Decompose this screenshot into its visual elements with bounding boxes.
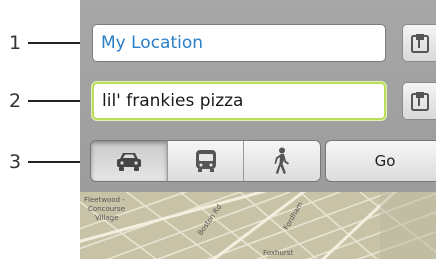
start-location-input[interactable] xyxy=(93,25,385,61)
map-preview: Fleetwood - Concourse Village Boston Rd … xyxy=(80,192,436,259)
map-label: Concourse xyxy=(88,205,126,213)
travel-mode-selector xyxy=(90,140,321,182)
bus-icon xyxy=(195,150,216,172)
contact-picker-icon xyxy=(411,92,429,111)
map-label: Foxhurst xyxy=(263,249,294,257)
directions-panel: Go Fleetwood - Concourse Village Boston … xyxy=(80,0,436,259)
callout-number: 2 xyxy=(8,90,22,112)
walking-mode-button[interactable] xyxy=(244,141,320,181)
callout-number: 3 xyxy=(8,151,22,173)
car-mode-button[interactable] xyxy=(91,141,168,181)
start-location-field[interactable] xyxy=(92,24,386,62)
walking-person-icon xyxy=(274,147,290,174)
destination-contact-button[interactable] xyxy=(402,82,436,120)
transit-mode-button[interactable] xyxy=(167,141,245,181)
map-streets xyxy=(80,192,436,259)
destination-input[interactable] xyxy=(94,84,384,118)
callout-3: 3 xyxy=(0,150,98,174)
callout-1: 1 xyxy=(0,31,98,55)
map-label: Fleetwood - xyxy=(84,196,125,204)
callout-number: 1 xyxy=(8,32,22,54)
start-contact-button[interactable] xyxy=(402,24,436,62)
map-label: Village xyxy=(95,214,119,222)
car-icon xyxy=(116,153,141,171)
destination-field[interactable] xyxy=(92,82,386,120)
go-button[interactable]: Go xyxy=(325,140,436,182)
callout-2: 2 xyxy=(0,89,98,113)
contact-picker-icon xyxy=(411,34,429,53)
